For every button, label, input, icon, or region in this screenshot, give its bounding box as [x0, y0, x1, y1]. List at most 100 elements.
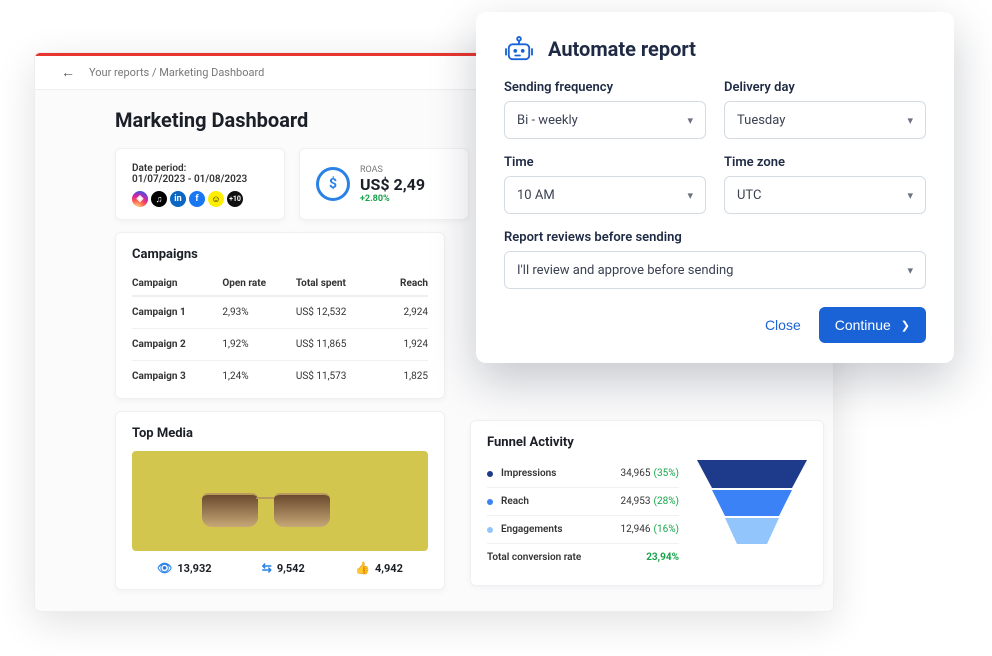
- sunglasses-graphic: [202, 493, 352, 533]
- stat-shares: ⇆ 9,542: [262, 561, 305, 575]
- snapchat-icon[interactable]: ☺: [208, 191, 224, 207]
- campaigns-card: Campaigns Campaign Open rate Total spent…: [115, 232, 445, 399]
- automate-report-modal: Automate report Sending frequency Bi - w…: [476, 12, 954, 363]
- funnel-pct: (16%): [654, 524, 679, 535]
- field-label: Time zone: [724, 155, 926, 170]
- modal-title: Automate report: [548, 37, 696, 61]
- table-row[interactable]: Campaign 2 1,92% US$ 11,865 1,924: [132, 329, 428, 361]
- cell-name: Campaign 1: [132, 296, 222, 329]
- funnel-title: Funnel Activity: [487, 435, 807, 450]
- funnel-row-impressions: Impressions 34,965 (35%): [487, 460, 679, 488]
- views-value: 13,932: [177, 562, 211, 575]
- table-row[interactable]: Campaign 3 1,24% US$ 11,573 1,825: [132, 361, 428, 393]
- chevron-down-icon: ▾: [907, 189, 913, 202]
- cell-spent: US$ 11,865: [296, 329, 381, 361]
- continue-label: Continue: [835, 317, 891, 333]
- cell-reach: 1,924: [381, 329, 428, 361]
- top-media-card: Top Media 👁 13,932 ⇆ 9,542 👍: [115, 411, 445, 590]
- select-report-reviews[interactable]: I'll review and approve before sending ▾: [504, 251, 926, 289]
- funnel-value: 12,946: [620, 524, 650, 535]
- select-time[interactable]: 10 AM ▾: [504, 176, 706, 214]
- field-report-reviews: Report reviews before sending I'll revie…: [504, 230, 926, 289]
- modal-footer: Close Continue ❯: [504, 307, 926, 343]
- cell-name: Campaign 2: [132, 329, 222, 361]
- cell-spent: US$ 12,532: [296, 296, 381, 329]
- funnel-label: Engagements: [501, 524, 620, 535]
- field-sending-frequency: Sending frequency Bi - weekly ▾: [504, 80, 706, 139]
- tiktok-icon[interactable]: ♫: [151, 191, 167, 207]
- funnel-row-engagements: Engagements 12,946 (16%): [487, 516, 679, 544]
- cell-spent: US$ 11,573: [296, 361, 381, 393]
- facebook-icon[interactable]: f: [189, 191, 205, 207]
- select-value: I'll review and approve before sending: [517, 263, 734, 278]
- funnel-row-reach: Reach 24,953 (28%): [487, 488, 679, 516]
- col-reach[interactable]: Reach: [381, 272, 428, 296]
- cell-reach: 1,825: [381, 361, 428, 393]
- dot-icon: [487, 527, 493, 533]
- top-media-title: Top Media: [132, 426, 428, 441]
- select-delivery-day[interactable]: Tuesday ▾: [724, 101, 926, 139]
- select-sending-frequency[interactable]: Bi - weekly ▾: [504, 101, 706, 139]
- eye-icon: 👁: [157, 561, 172, 575]
- roas-texts: ROAS US$ 2,49 +2.80%: [360, 165, 425, 204]
- field-label: Time: [504, 155, 706, 170]
- cell-open: 1,24%: [222, 361, 295, 393]
- funnel-total-value: 23,94%: [646, 552, 679, 563]
- cell-open: 2,93%: [222, 296, 295, 329]
- top-media-stats: 👁 13,932 ⇆ 9,542 👍 4,942: [132, 561, 428, 575]
- funnel-activity-card: Funnel Activity Impressions 34,965 (35%)…: [470, 420, 824, 586]
- modal-header: Automate report: [504, 36, 926, 62]
- stat-likes: 👍 4,942: [355, 561, 403, 575]
- cell-reach: 2,924: [381, 296, 428, 329]
- dot-icon: [487, 471, 493, 477]
- col-open-rate[interactable]: Open rate: [222, 272, 295, 296]
- chevron-right-icon: ❯: [901, 319, 910, 332]
- cell-name: Campaign 3: [132, 361, 222, 393]
- field-time: Time 10 AM ▾: [504, 155, 706, 214]
- roas-label: ROAS: [360, 165, 425, 175]
- roas-delta: +2.80%: [360, 194, 425, 204]
- funnel-value: 24,953: [620, 496, 650, 507]
- retweet-icon: ⇆: [262, 561, 272, 575]
- instagram-icon[interactable]: ◈: [132, 191, 148, 207]
- date-period-card: Date period: 01/07/2023 - 01/08/2023 ◈ ♫…: [115, 148, 285, 220]
- col-campaign[interactable]: Campaign: [132, 272, 222, 296]
- field-label: Delivery day: [724, 80, 926, 95]
- campaigns-table: Campaign Open rate Total spent Reach Cam…: [132, 272, 428, 392]
- select-value: Tuesday: [737, 113, 785, 128]
- campaigns-header-row: Campaign Open rate Total spent Reach: [132, 272, 428, 296]
- roas-card: $ ROAS US$ 2,49 +2.80%: [299, 148, 469, 220]
- select-value: 10 AM: [517, 188, 555, 203]
- top-media-image[interactable]: [132, 451, 428, 551]
- back-arrow-icon[interactable]: ←: [61, 64, 75, 81]
- col-total-spent[interactable]: Total spent: [296, 272, 381, 296]
- linkedin-icon[interactable]: in: [170, 191, 186, 207]
- more-channels-badge[interactable]: +10: [227, 191, 243, 207]
- date-period-range: 01/07/2023 - 01/08/2023: [132, 174, 268, 185]
- funnel-body: Impressions 34,965 (35%) Reach 24,953 (2…: [487, 460, 807, 571]
- funnel-pct: (35%): [654, 468, 679, 479]
- select-time-zone[interactable]: UTC ▾: [724, 176, 926, 214]
- continue-button[interactable]: Continue ❯: [819, 307, 926, 343]
- thumbs-up-icon: 👍: [355, 561, 370, 575]
- field-delivery-day: Delivery day Tuesday ▾: [724, 80, 926, 139]
- close-button[interactable]: Close: [765, 317, 801, 333]
- channel-icons: ◈ ♫ in f ☺ +10: [132, 191, 268, 207]
- chevron-down-icon: ▾: [687, 114, 693, 127]
- breadcrumb-text[interactable]: Your reports / Marketing Dashboard: [89, 66, 264, 79]
- date-period-label: Date period:: [132, 163, 268, 174]
- modal-form: Sending frequency Bi - weekly ▾ Delivery…: [504, 80, 926, 289]
- select-value: Bi - weekly: [517, 113, 578, 128]
- funnel-label: Impressions: [501, 468, 620, 479]
- funnel-value: 34,965: [620, 468, 650, 479]
- chevron-down-icon: ▾: [687, 189, 693, 202]
- roas-value: US$ 2,49: [360, 175, 425, 194]
- funnel-pct: (28%): [654, 496, 679, 507]
- roas-icon: $: [316, 167, 350, 201]
- funnel-list: Impressions 34,965 (35%) Reach 24,953 (2…: [487, 460, 679, 571]
- funnel-chart-icon: [697, 460, 807, 550]
- dot-icon: [487, 499, 493, 505]
- funnel-label: Reach: [501, 496, 620, 507]
- table-row[interactable]: Campaign 1 2,93% US$ 12,532 2,924: [132, 296, 428, 329]
- funnel-total-label: Total conversion rate: [487, 552, 646, 563]
